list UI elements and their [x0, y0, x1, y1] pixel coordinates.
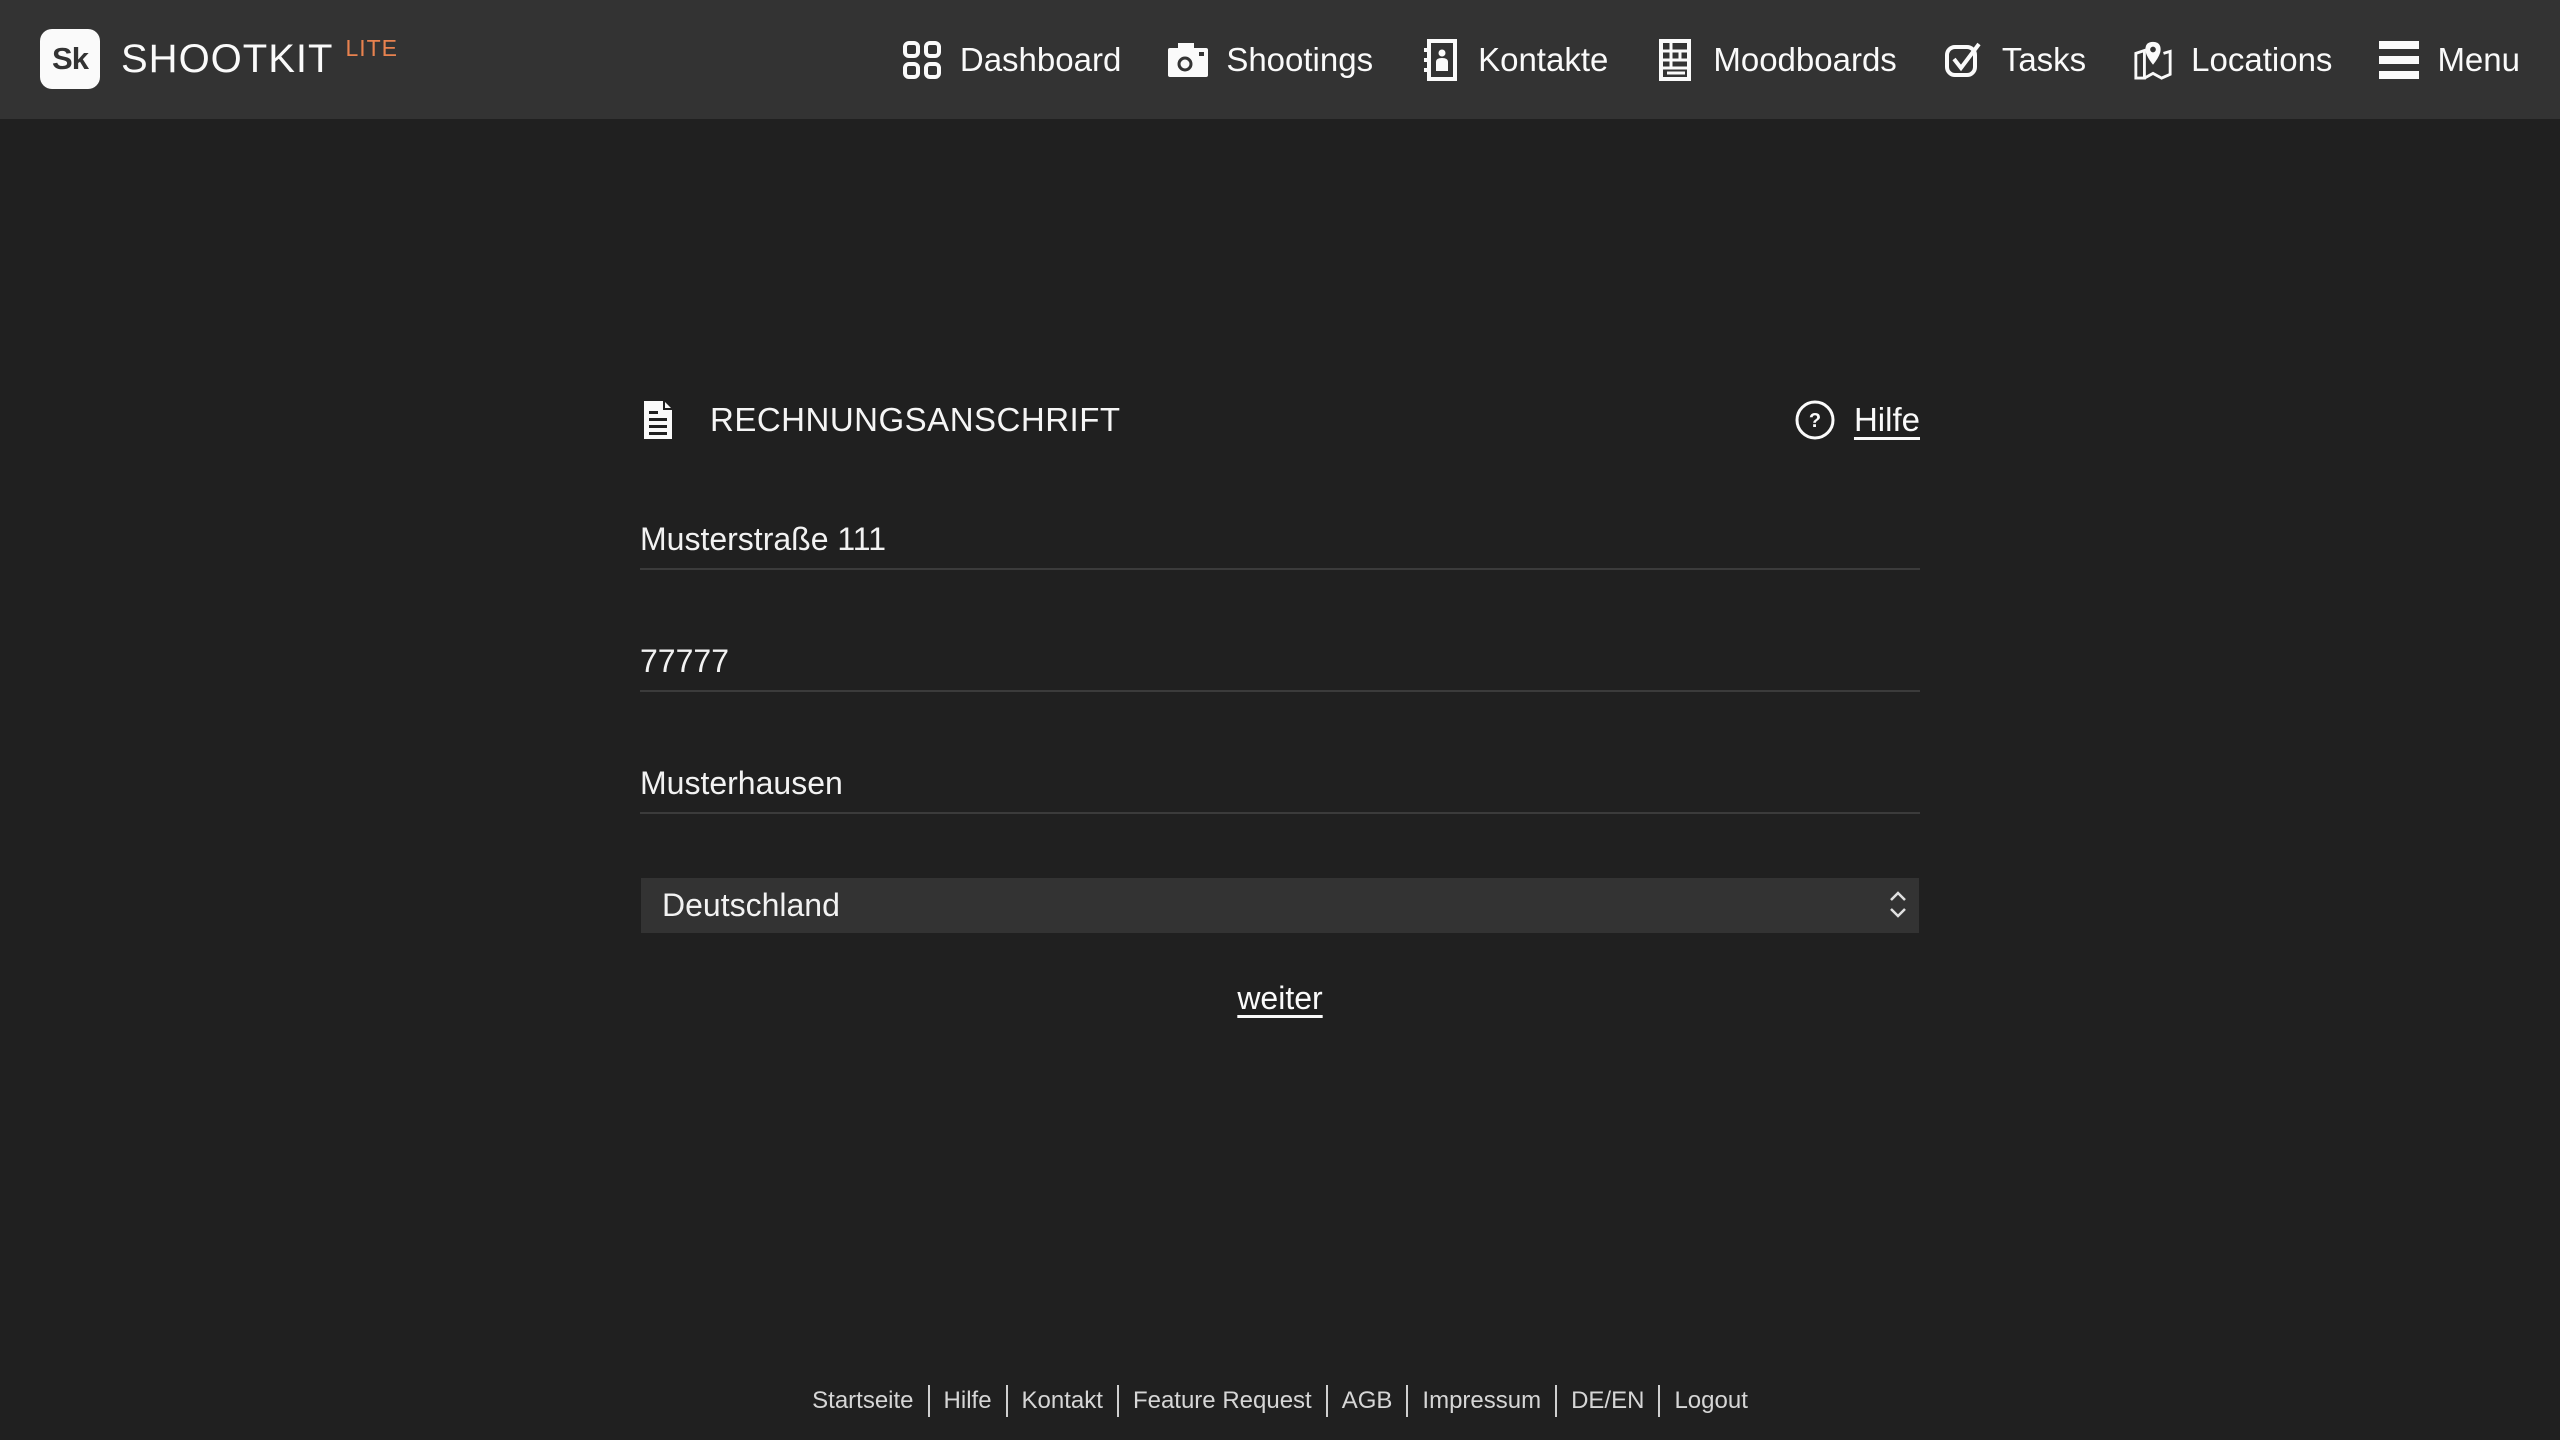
nav-item-shootings[interactable]: Shootings — [1168, 39, 1373, 81]
top-navigation-bar: Sk SHOOTKIT LITE Dashboard Shootings Kon… — [0, 0, 2560, 119]
nav-label: Tasks — [2001, 41, 2087, 78]
section-header: RECHNUNGSANSCHRIFT ? Hilfe — [640, 390, 1920, 450]
next-button[interactable]: weiter — [1237, 980, 1322, 1016]
hamburger-icon — [2379, 39, 2420, 81]
footer-link-hilfe[interactable]: Hilfe — [927, 1385, 1006, 1417]
app-logo: Sk — [40, 29, 100, 89]
nav-label: Shootings — [1226, 41, 1374, 78]
city-field — [640, 754, 1920, 814]
footer-link-agb[interactable]: AGB — [1325, 1385, 1407, 1417]
nav-label: Menu — [2437, 41, 2520, 78]
billing-address-form: RECHNUNGSANSCHRIFT ? Hilfe Deutschland — [640, 390, 1920, 1016]
help-label: Hilfe — [1853, 401, 1920, 438]
footer-link-language[interactable]: DE/EN — [1555, 1385, 1658, 1417]
nav-item-locations[interactable]: Locations — [2133, 39, 2332, 81]
nav-item-tasks[interactable]: Tasks — [1944, 39, 2086, 81]
plan-tier-badge: LITE — [345, 35, 399, 61]
city-input[interactable] — [640, 754, 1920, 812]
section-title: RECHNUNGSANSCHRIFT — [710, 401, 1121, 438]
svg-text:?: ? — [1809, 410, 1821, 432]
footer-link-feature-request[interactable]: Feature Request — [1116, 1385, 1326, 1417]
dashboard-grid-icon — [902, 39, 942, 81]
document-icon — [644, 399, 674, 441]
help-link[interactable]: ? Hilfe — [1794, 390, 1920, 450]
street-field — [640, 510, 1920, 570]
footer-link-startseite[interactable]: Startseite — [798, 1385, 927, 1417]
nav-label: Locations — [2191, 41, 2333, 78]
next-link-wrap: weiter — [640, 980, 1920, 1017]
zip-field — [640, 632, 1920, 692]
address-book-icon — [1420, 39, 1460, 81]
footer-link-kontakt[interactable]: Kontakt — [1005, 1385, 1117, 1417]
checkbox-icon — [1944, 39, 1984, 81]
footer-links: Startseite Hilfe Kontakt Feature Request… — [0, 1383, 2560, 1419]
question-circle-icon: ? — [1794, 399, 1836, 441]
nav-label: Moodboards — [1713, 41, 1897, 78]
select-updown-icon — [1887, 886, 1909, 924]
nav-item-kontakte[interactable]: Kontakte — [1420, 39, 1608, 81]
country-select-value: Deutschland — [662, 887, 840, 923]
nav-label: Dashboard — [959, 41, 1122, 78]
street-input[interactable] — [640, 510, 1920, 568]
moodboard-icon — [1655, 39, 1695, 81]
country-select[interactable]: Deutschland — [641, 878, 1919, 933]
nav-label: Kontakte — [1478, 41, 1609, 78]
nav-item-menu[interactable]: Menu — [2379, 39, 2520, 81]
footer-link-logout[interactable]: Logout — [1658, 1385, 1761, 1417]
map-pin-icon — [2133, 39, 2173, 81]
app-name: SHOOTKIT — [121, 37, 334, 81]
nav-item-moodboards[interactable]: Moodboards — [1655, 39, 1897, 81]
main-nav: Dashboard Shootings Kontakte Moodboards … — [902, 32, 2520, 88]
camera-icon — [1168, 39, 1209, 81]
nav-item-dashboard[interactable]: Dashboard — [902, 39, 1121, 81]
footer-link-impressum[interactable]: Impressum — [1406, 1385, 1555, 1417]
zip-input[interactable] — [640, 632, 1920, 690]
brand[interactable]: Sk SHOOTKIT LITE — [40, 29, 398, 89]
